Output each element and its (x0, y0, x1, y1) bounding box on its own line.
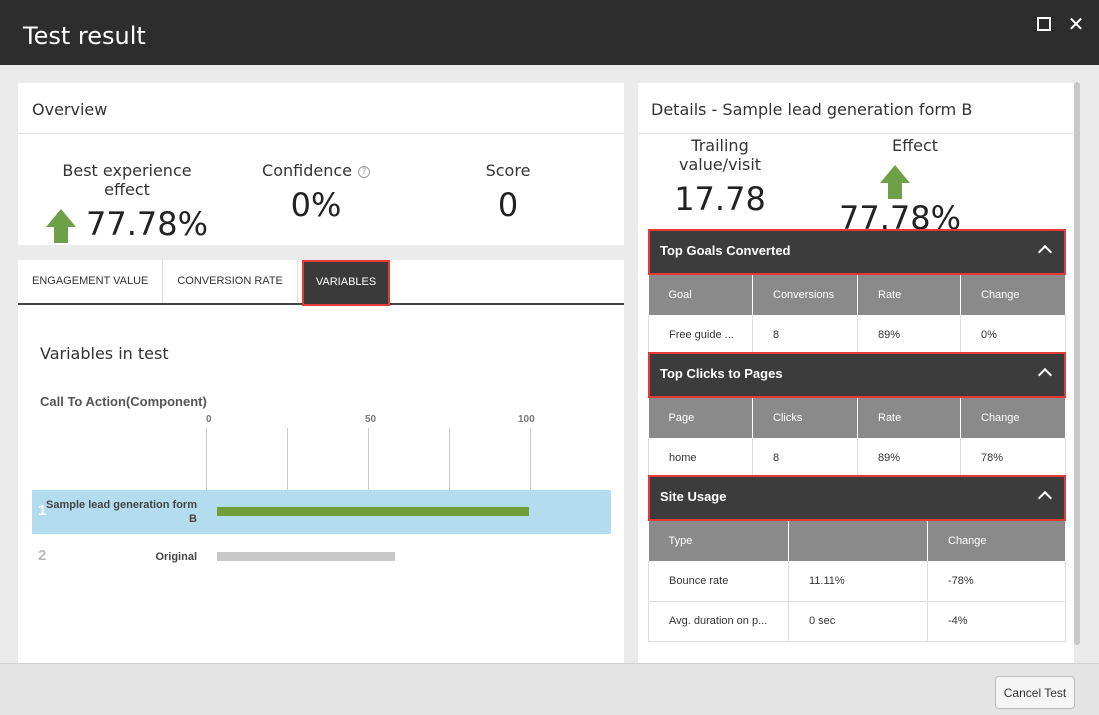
table-cell: 89% (857, 315, 961, 356)
confidence-value: 0% (290, 186, 342, 224)
dialog-footer: Cancel Test (0, 663, 1099, 715)
maximize-icon[interactable] (1036, 16, 1054, 34)
table-row: Avg. duration on p... 0 sec -4% (648, 601, 1066, 642)
best-effect-value: 77.78% (85, 205, 208, 243)
column-header: Conversions (752, 275, 858, 315)
axis-tick-0: 0 (206, 414, 212, 425)
score-value: 0 (497, 186, 519, 224)
chevron-up-icon[interactable] (1037, 367, 1053, 383)
table-cell: 0% (960, 315, 1066, 356)
up-arrow-icon (45, 209, 76, 243)
details-heading: Details - Sample lead generation form B (638, 83, 1074, 134)
tab-variables[interactable]: VARIABLES (301, 260, 391, 306)
top-clicks-title: Top Clicks to Pages (660, 366, 783, 381)
scrollbar-thumb[interactable] (1074, 82, 1080, 645)
details-scrollbar[interactable] (1074, 82, 1080, 645)
top-goals-header[interactable]: Top Goals Converted (648, 229, 1066, 275)
column-header: Clicks (752, 398, 858, 438)
variable-row[interactable]: 2 Original (32, 535, 611, 579)
variable-row[interactable]: 1 Sample lead generation form B (32, 490, 611, 534)
table-cell: 0 sec (788, 601, 928, 642)
cancel-test-button[interactable]: Cancel Test (995, 676, 1075, 709)
column-header: Change (960, 275, 1066, 315)
table-cell: Bounce rate (648, 561, 789, 602)
table-cell: 8 (752, 315, 858, 356)
close-icon[interactable]: ✕ (1067, 15, 1085, 35)
site-usage-title: Site Usage (660, 489, 727, 504)
effect-stat: Effect 77.78% (820, 136, 980, 237)
variable-bar (217, 552, 395, 561)
tab-engagement-value[interactable]: ENGAGEMENT VALUE (18, 260, 164, 303)
overview-heading: Overview (18, 83, 624, 134)
top-clicks-table: Page Clicks Rate Change home 8 89% 78% (648, 398, 1066, 479)
score-label: Score (485, 161, 531, 180)
table-row: Free guide ... 8 89% 0% (648, 315, 1066, 356)
column-header: Goal (648, 275, 753, 315)
top-goals-table: Goal Conversions Rate Change Free guide … (648, 275, 1066, 356)
up-arrow-icon (880, 165, 910, 199)
help-icon[interactable]: ? (357, 165, 370, 178)
column-header (788, 521, 928, 561)
column-header: Rate (857, 275, 961, 315)
column-header: Type (648, 521, 789, 561)
trailing-label: Trailing value/visit (678, 136, 762, 174)
top-clicks-header[interactable]: Top Clicks to Pages (648, 352, 1066, 398)
tab-bar: ENGAGEMENT VALUE CONVERSION RATE VARIABL… (18, 260, 624, 306)
dialog-content: Overview Best experience effect 77.78% C… (0, 65, 1099, 710)
table-cell: 89% (857, 438, 961, 479)
variable-name: Sample lead generation form B (46, 499, 197, 525)
variables-title: Variables in test (40, 344, 169, 363)
table-cell: 78% (960, 438, 1066, 479)
column-header: Rate (857, 398, 961, 438)
table-row: home 8 89% 78% (648, 438, 1066, 479)
variable-bar (217, 507, 529, 516)
best-effect-label: Best experience effect (62, 161, 192, 199)
table-cell: Avg. duration on p... (648, 601, 789, 642)
overview-card: Overview Best experience effect 77.78% C… (18, 83, 624, 245)
table-cell: -4% (927, 601, 1066, 642)
table-cell: -78% (927, 561, 1066, 602)
site-usage-header[interactable]: Site Usage (648, 475, 1066, 521)
variable-name: Original (155, 551, 197, 563)
table-cell: 11.11% (788, 561, 928, 602)
axis-tick-100: 100 (518, 414, 535, 425)
chevron-up-icon[interactable] (1037, 490, 1053, 506)
tab-conversion-rate[interactable]: CONVERSION RATE (163, 260, 298, 303)
table-cell: 8 (752, 438, 858, 479)
trailing-value: 17.78 (674, 180, 766, 218)
site-usage-table: Type Change Bounce rate 11.11% -78% Avg.… (648, 521, 1066, 642)
top-goals-title: Top Goals Converted (660, 243, 791, 258)
column-header: Page (648, 398, 753, 438)
chevron-up-icon[interactable] (1037, 244, 1053, 260)
tabs-panel: ENGAGEMENT VALUE CONVERSION RATE VARIABL… (18, 260, 624, 710)
effect-label: Effect (891, 136, 939, 155)
axis-tick-50: 50 (365, 414, 377, 425)
column-header: Change (960, 398, 1066, 438)
details-card: Details - Sample lead generation form B … (638, 83, 1074, 663)
confidence-label: Confidence (262, 161, 352, 180)
score-stat: Score 0 (458, 161, 558, 224)
trailing-stat: Trailing value/visit 17.78 (650, 136, 790, 218)
confidence-stat: Confidence? 0% (256, 161, 376, 224)
best-effect-stat: Best experience effect 77.78% (42, 161, 212, 243)
window-title: Test result (23, 22, 146, 50)
table-row: Bounce rate 11.11% -78% (648, 561, 1066, 602)
component-title: Call To Action(Component) (40, 394, 207, 409)
table-cell: home (648, 438, 753, 479)
table-cell: Free guide ... (648, 315, 753, 356)
column-header: Change (927, 521, 1066, 561)
title-bar: Test result ✕ (0, 0, 1099, 65)
